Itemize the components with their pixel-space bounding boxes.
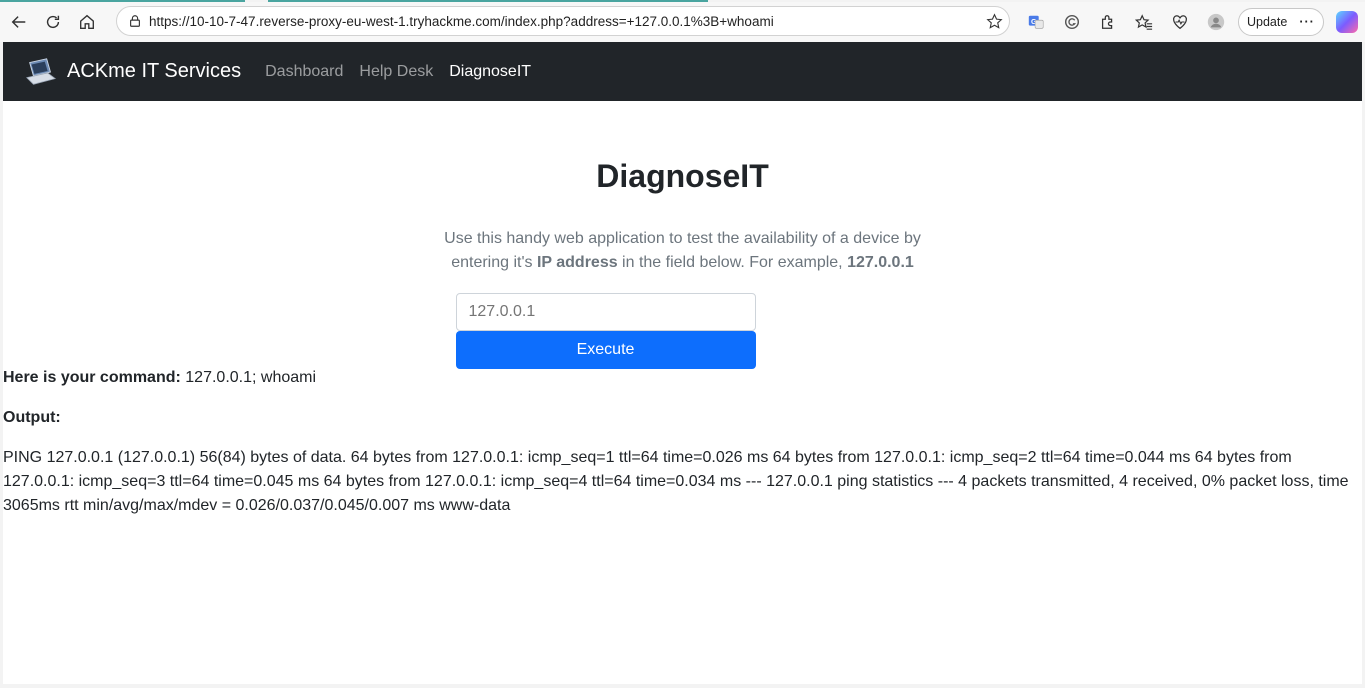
command-label: Here is your command: bbox=[3, 369, 181, 386]
extensions-icon[interactable] bbox=[1090, 5, 1126, 39]
star-icon[interactable] bbox=[979, 12, 1009, 30]
lock-icon[interactable] bbox=[121, 14, 149, 28]
page-viewport: ACKme IT Services Dashboard Help Desk Di… bbox=[3, 42, 1362, 684]
diagnose-form: Execute bbox=[455, 293, 756, 369]
home-icon[interactable] bbox=[70, 5, 104, 39]
output-label-text: Output: bbox=[3, 409, 61, 426]
lead-bold-ip: IP address bbox=[536, 254, 618, 271]
output-label: Output: bbox=[3, 406, 1358, 430]
command-line: Here is your command: 127.0.0.1; whoami bbox=[3, 366, 1358, 390]
nav-link-dashboard[interactable]: Dashboard bbox=[257, 63, 351, 81]
refresh-icon[interactable] bbox=[36, 5, 70, 39]
laptop-logo-icon[interactable] bbox=[23, 54, 59, 90]
update-label: Update bbox=[1247, 15, 1288, 29]
profile-icon[interactable] bbox=[1198, 5, 1234, 39]
execute-button[interactable]: Execute bbox=[455, 331, 756, 369]
nav-links: Dashboard Help Desk DiagnoseIT bbox=[257, 63, 539, 81]
translate-icon[interactable]: G bbox=[1018, 5, 1054, 39]
back-icon[interactable] bbox=[2, 5, 36, 39]
browser-extensions: G Update ··· bbox=[1018, 2, 1358, 42]
update-button[interactable]: Update ··· bbox=[1238, 8, 1324, 36]
url-text[interactable]: https://10-10-7-47.reverse-proxy-eu-west… bbox=[149, 14, 979, 29]
brand-name[interactable]: ACKme IT Services bbox=[67, 60, 241, 83]
address-bar[interactable]: https://10-10-7-47.reverse-proxy-eu-west… bbox=[116, 6, 1010, 36]
nav-link-help-desk[interactable]: Help Desk bbox=[351, 63, 441, 81]
more-icon[interactable]: ··· bbox=[1299, 15, 1315, 29]
grammarly-icon[interactable] bbox=[1054, 5, 1090, 39]
lead-text-2: in the field below. For example, bbox=[617, 254, 848, 271]
lead-text: Use this handy web application to test t… bbox=[433, 227, 933, 275]
command-result: Here is your command: 127.0.0.1; whoami … bbox=[3, 366, 1358, 518]
lead-bold-example: 127.0.0.1 bbox=[847, 254, 914, 271]
main-content: DiagnoseIT Use this handy web applicatio… bbox=[3, 158, 1362, 369]
page-title: DiagnoseIT bbox=[596, 158, 769, 194]
command-value: 127.0.0.1; whoami bbox=[180, 369, 317, 386]
copilot-icon[interactable] bbox=[1335, 11, 1358, 33]
favorites-icon[interactable] bbox=[1126, 5, 1162, 39]
navbar: ACKme IT Services Dashboard Help Desk Di… bbox=[3, 42, 1362, 101]
health-icon[interactable] bbox=[1162, 5, 1198, 39]
output-text: PING 127.0.0.1 (127.0.0.1) 56(84) bytes … bbox=[3, 449, 1349, 514]
nav-link-diagnoseit[interactable]: DiagnoseIT bbox=[441, 63, 539, 81]
ip-address-input[interactable] bbox=[455, 293, 756, 331]
